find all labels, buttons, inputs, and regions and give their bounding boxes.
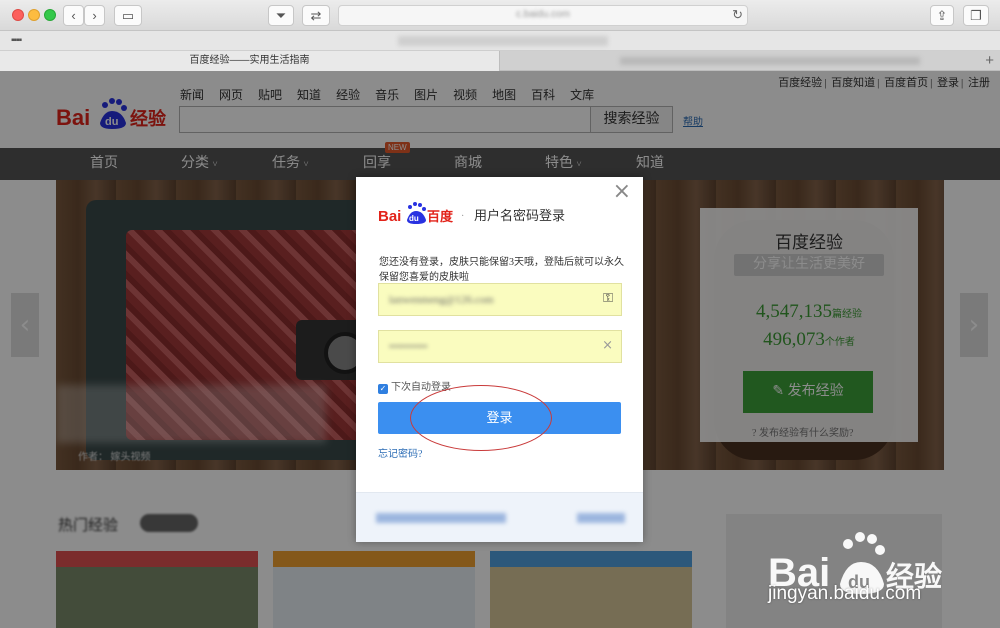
tab-overview-button[interactable]: ⇄ [302, 5, 330, 26]
sidebar-icon: ▭ [121, 8, 135, 23]
reader-button[interactable]: ⏷ [268, 5, 294, 26]
close-window-button[interactable] [12, 9, 24, 21]
password-field[interactable]: •••••••••• × [378, 330, 622, 363]
key-icon[interactable]: ⚿ [603, 291, 613, 306]
svg-text:Bai: Bai [378, 208, 401, 225]
chevron-left-icon: ‹ [71, 8, 76, 23]
highlight-annotation [410, 385, 552, 451]
url-text: c.baidu.com [516, 9, 570, 20]
tabs-button[interactable]: ❐ [963, 5, 989, 26]
plus-icon[interactable]: + [985, 51, 994, 70]
bookmarks-bar: ▪▪▪▪ [0, 31, 1000, 51]
browser-titlebar: ‹ › ▭ ⏷ ⇄ c.baidu.com ↻ ⇪ ❐ [0, 0, 1000, 31]
separator-dot: · [461, 211, 465, 222]
baidu-logo: Bai du 百度 [378, 202, 454, 225]
dialog-footer [356, 492, 643, 542]
username-field[interactable]: lanwenmeng@126.com ⚿ [378, 283, 622, 316]
tab-bar: 百度经验——实用生活指南 + [0, 51, 1000, 71]
reload-icon[interactable]: ↻ [732, 7, 743, 23]
svg-text:百度: 百度 [427, 209, 454, 225]
tabs-icon: ❐ [970, 8, 982, 23]
tab-baidu-jingyan[interactable]: 百度经验——实用生活指南 [0, 51, 500, 71]
tab-other[interactable] [500, 51, 980, 71]
sidebar-toggle-button[interactable]: ▭ [114, 5, 142, 26]
forward-button[interactable]: › [84, 5, 105, 26]
login-dialog: × Bai du 百度 · 用户名密码登录 您还没有登录，皮肤只能保留3天哦，登… [356, 177, 643, 542]
dialog-title: 用户名密码登录 [474, 208, 566, 223]
forgot-password-link[interactable]: 忘记密码? [378, 445, 422, 460]
footer-register-blurred[interactable] [577, 513, 625, 523]
watermark-url: jingyan.baidu.com [768, 583, 922, 604]
back-button[interactable]: ‹ [63, 5, 84, 26]
login-message: 您还没有登录，皮肤只能保留3天哦，登陆后就可以永久保留您喜爱的皮肤啦 [379, 257, 624, 283]
arrows-icon: ⇄ [310, 8, 322, 23]
address-bar[interactable]: c.baidu.com ↻ [338, 5, 748, 26]
tab-label-blurred [620, 57, 920, 65]
grid-icon[interactable]: ▪▪▪▪ [11, 35, 22, 46]
password-value: •••••••••• [389, 341, 428, 353]
share-icon: ⇪ [936, 8, 948, 23]
checkbox-checked-icon: ✓ [378, 384, 388, 394]
chevron-right-icon: › [92, 8, 97, 23]
zoom-window-button[interactable] [44, 9, 56, 21]
username-value: lanwenmeng@126.com [389, 294, 494, 306]
minimize-window-button[interactable] [28, 9, 40, 21]
clear-icon[interactable]: × [602, 338, 613, 353]
share-button[interactable]: ⇪ [930, 5, 954, 26]
svg-text:du: du [409, 214, 419, 223]
funnel-icon: ⏷ [275, 8, 287, 23]
footer-links-blurred[interactable] [376, 513, 506, 523]
bookmarks-blurred [398, 36, 608, 46]
close-icon[interactable]: × [613, 179, 631, 204]
